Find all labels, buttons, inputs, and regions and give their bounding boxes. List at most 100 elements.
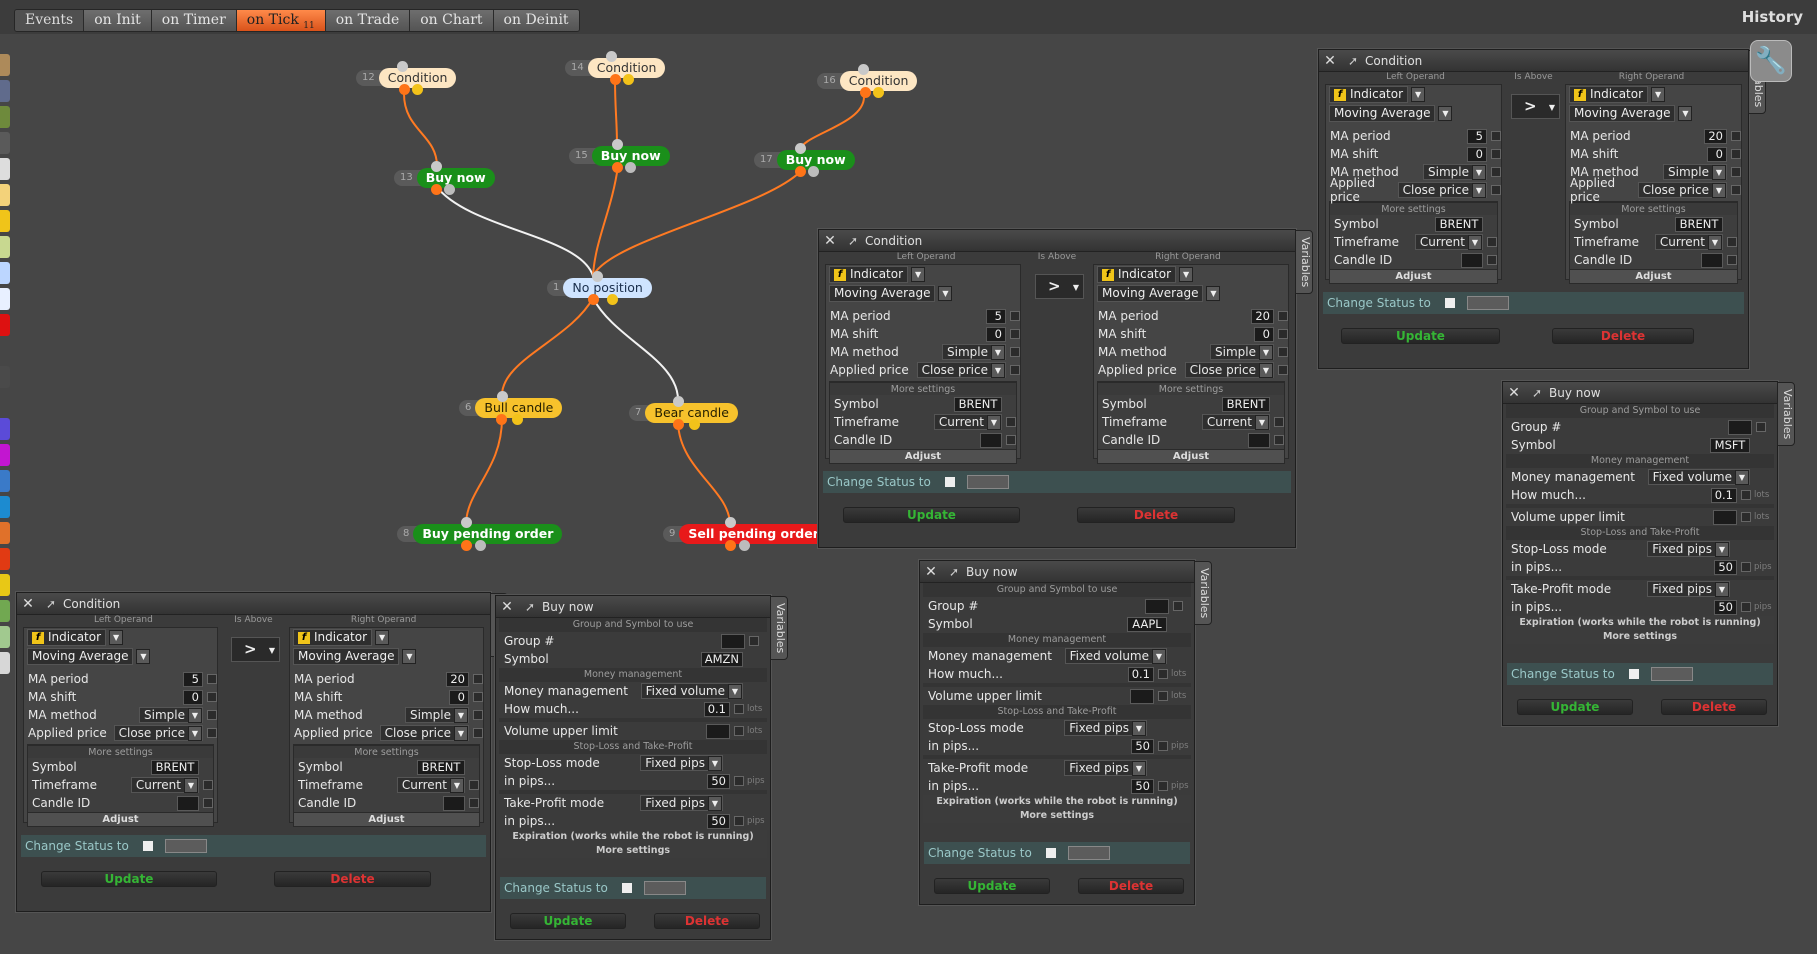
ma-period-input[interactable]: 20: [446, 671, 469, 687]
timeframe-select[interactable]: Current ▼: [933, 414, 1002, 430]
more-settings-header[interactable]: More settings: [28, 745, 213, 758]
variables-tab[interactable]: Variables: [770, 596, 788, 661]
symbol-input[interactable]: AMZN: [700, 651, 743, 667]
timeframe-checkbox[interactable]: [1006, 417, 1016, 427]
ma-method-checkbox[interactable]: [1010, 347, 1020, 357]
update-button[interactable]: Update: [934, 878, 1050, 894]
timeframe-checkbox[interactable]: [469, 780, 479, 790]
node-no-position-1[interactable]: 1 No position: [547, 271, 652, 305]
chevron-down-icon[interactable]: ▼: [911, 267, 926, 282]
output-port[interactable]: [795, 166, 806, 177]
applied-price-select[interactable]: Close price ▼: [113, 725, 203, 741]
node-condition-16[interactable]: 16 Condition: [817, 64, 918, 98]
how-much-checkbox[interactable]: [1741, 490, 1751, 500]
chevron-down-icon[interactable]: ▼: [1206, 286, 1221, 301]
variables-tab[interactable]: Variables: [1777, 382, 1795, 447]
symbol-input[interactable]: BRENT: [151, 759, 199, 775]
input-port[interactable]: [858, 64, 869, 75]
chevron-down-icon[interactable]: ▼: [375, 630, 390, 645]
output-port-false[interactable]: [623, 74, 634, 85]
ma-method-checkbox[interactable]: [1491, 167, 1501, 177]
applied-price-checkbox[interactable]: [1491, 185, 1501, 195]
input-port[interactable]: [431, 161, 442, 172]
timeframe-checkbox[interactable]: [1727, 237, 1737, 247]
symbol-input[interactable]: BRENT: [1435, 216, 1483, 232]
input-port[interactable]: [725, 517, 736, 528]
more-settings-header[interactable]: More settings: [830, 382, 1016, 395]
adjust-button[interactable]: Adjust: [830, 449, 1016, 463]
ma-shift-checkbox[interactable]: [1731, 149, 1741, 159]
indicator-select[interactable]: f Indicator: [1329, 86, 1409, 103]
output-port-alt[interactable]: [739, 540, 750, 551]
group-input[interactable]: [721, 633, 745, 649]
output-port-false[interactable]: [689, 419, 700, 430]
candle-id-checkbox[interactable]: [469, 798, 479, 808]
group-input[interactable]: [1728, 419, 1752, 435]
panel-titlebar[interactable]: ✕ ➚ Condition: [819, 230, 1295, 252]
how-much-input[interactable]: 0.1: [703, 701, 730, 717]
applied-price-checkbox[interactable]: [473, 728, 483, 738]
output-port[interactable]: [612, 162, 623, 173]
ma-period-input[interactable]: 5: [986, 308, 1006, 324]
output-port-alt[interactable]: [475, 540, 486, 551]
output-port[interactable]: [725, 540, 736, 551]
output-port-alt[interactable]: [625, 162, 636, 173]
more-settings-header[interactable]: More settings: [499, 844, 767, 858]
status-value-field[interactable]: [1067, 846, 1110, 860]
money-management-select[interactable]: Fixed volume ▼: [640, 683, 743, 699]
timeframe-checkbox[interactable]: [203, 780, 213, 790]
group-checkbox[interactable]: [1756, 422, 1766, 432]
ma-shift-input[interactable]: 0: [1467, 146, 1487, 162]
ma-method-select[interactable]: Simple ▼: [942, 344, 1006, 360]
change-status-checkbox[interactable]: [944, 477, 955, 487]
chevron-down-icon[interactable]: ▼: [1179, 267, 1194, 282]
status-value-field[interactable]: [1466, 296, 1509, 310]
candle-id-checkbox[interactable]: [1727, 255, 1737, 265]
ma-method-select[interactable]: Simple ▼: [139, 707, 203, 723]
input-port[interactable]: [497, 391, 508, 402]
ma-type-select[interactable]: Moving Average: [1097, 285, 1204, 302]
ma-period-checkbox[interactable]: [207, 674, 217, 684]
panel-titlebar[interactable]: ✕ ➚ Buy now: [920, 561, 1194, 583]
chevron-down-icon[interactable]: ▼: [136, 649, 151, 664]
output-port-alt[interactable]: [444, 184, 455, 195]
ma-method-select[interactable]: Simple ▼: [1423, 164, 1487, 180]
close-icon[interactable]: ✕: [1503, 385, 1525, 401]
indicator-select[interactable]: f Indicator: [1569, 86, 1649, 103]
close-icon[interactable]: ✕: [920, 564, 942, 580]
panel-titlebar[interactable]: ✕ ➚ Buy now: [1503, 382, 1777, 404]
node-buy-now-15[interactable]: 15 Buy now: [569, 139, 670, 173]
stop-loss-pips-checkbox[interactable]: [1158, 741, 1168, 751]
status-value-field[interactable]: [643, 881, 686, 895]
ma-method-select[interactable]: Simple ▼: [405, 707, 469, 723]
stop-loss-pips-checkbox[interactable]: [1741, 562, 1751, 572]
change-status-checkbox[interactable]: [1444, 298, 1455, 308]
ma-shift-input[interactable]: 0: [986, 326, 1006, 342]
expiration-header[interactable]: Expiration (works while the robot is run…: [1506, 616, 1774, 630]
delete-button[interactable]: Delete: [1661, 699, 1767, 715]
ma-period-checkbox[interactable]: [1491, 131, 1501, 141]
node-buy-now-13[interactable]: 13 Buy now: [394, 161, 495, 195]
take-profit-pips-input[interactable]: 50: [1714, 599, 1737, 615]
stop-loss-pips-checkbox[interactable]: [734, 776, 744, 786]
output-port-true[interactable]: [610, 74, 621, 85]
ma-shift-input[interactable]: 0: [183, 689, 203, 705]
variables-tab[interactable]: Variables: [1295, 230, 1313, 295]
volume-upper-limit-checkbox[interactable]: [734, 726, 744, 736]
stop-loss-pips-input[interactable]: 50: [1131, 738, 1154, 754]
take-profit-pips-checkbox[interactable]: [1741, 602, 1751, 612]
candle-id-input[interactable]: [1701, 252, 1723, 268]
indicator-select[interactable]: f Indicator: [1097, 266, 1177, 283]
ma-shift-input[interactable]: 0: [1707, 146, 1727, 162]
timeframe-select[interactable]: Current ▼: [396, 777, 465, 793]
timeframe-checkbox[interactable]: [1487, 237, 1497, 247]
output-port[interactable]: [431, 184, 442, 195]
output-port-false[interactable]: [607, 294, 618, 305]
update-button[interactable]: Update: [41, 871, 217, 887]
change-status-checkbox[interactable]: [142, 841, 153, 851]
variables-tab[interactable]: Variables: [1194, 561, 1212, 626]
pin-icon[interactable]: ➚: [942, 565, 966, 579]
chevron-down-icon[interactable]: ▼: [109, 630, 124, 645]
output-port-false[interactable]: [412, 84, 423, 95]
pin-icon[interactable]: ➚: [1341, 54, 1365, 68]
